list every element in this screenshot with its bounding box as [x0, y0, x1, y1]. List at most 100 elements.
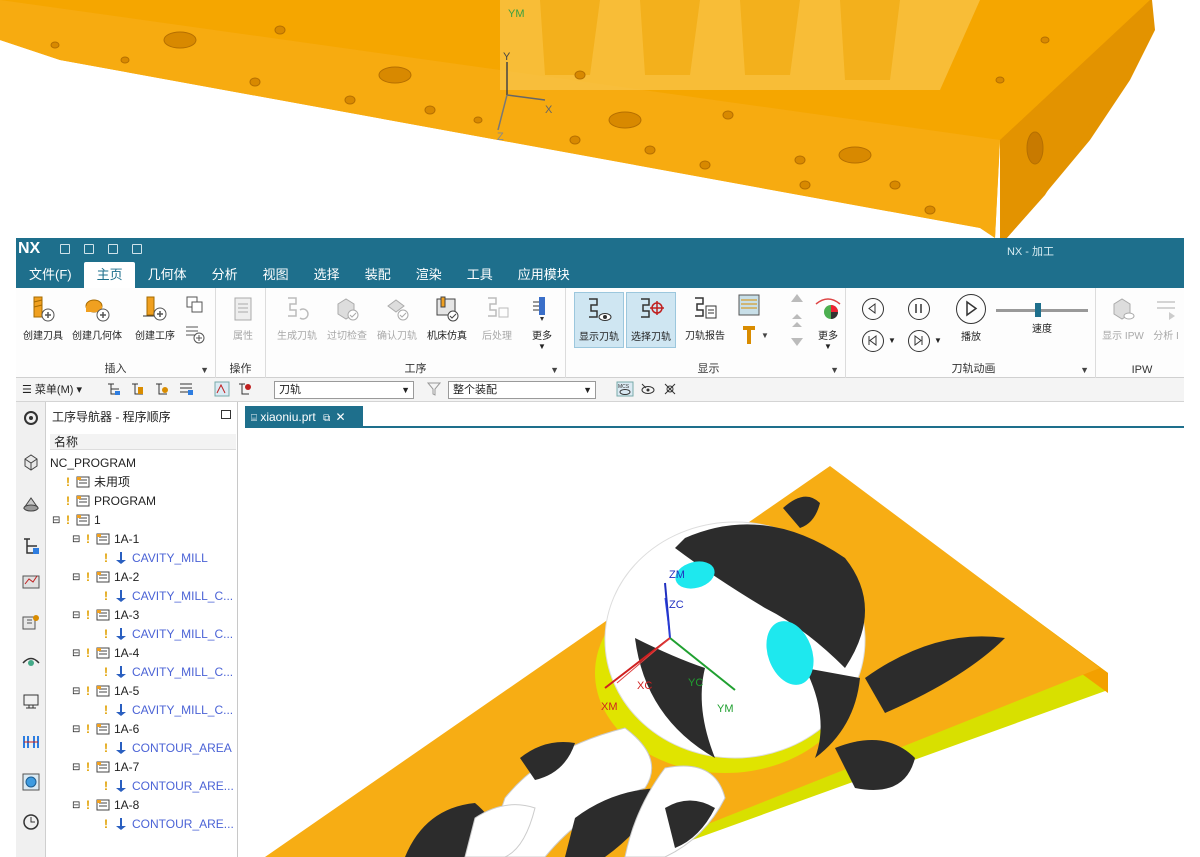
document-tab-detach-icon[interactable]: ⧉ — [323, 413, 330, 424]
tree-root-row[interactable]: NC_PROGRAM — [46, 454, 236, 473]
tree-folder-row[interactable]: ⊟! 1A-3 — [46, 606, 236, 625]
display-arrows-icon[interactable] — [788, 292, 806, 348]
tree-collapse-icon[interactable]: ⊟ — [72, 720, 80, 739]
maximize-panel-icon[interactable] — [221, 410, 231, 419]
part-navigator-icon[interactable] — [21, 494, 41, 514]
create-operation-button[interactable]: 创建工序 — [130, 292, 180, 348]
document-tab[interactable]: ⌸ xiaoniu.prt ⧉ ✕ — [245, 406, 363, 428]
select-toolpath-button[interactable]: 选择刀轨 — [626, 292, 676, 348]
visibility-eye-icon[interactable] — [21, 652, 41, 672]
tree-operation-row[interactable]: ! CAVITY_MILL_C... — [46, 625, 236, 644]
column-header-name[interactable]: 名称 — [50, 434, 236, 450]
create-geometry-button[interactable]: 创建几何体 — [72, 292, 122, 348]
tree-collapse-icon[interactable]: ⊟ — [72, 758, 80, 777]
hd3d-tools-icon[interactable] — [21, 732, 41, 752]
speed-slider[interactable] — [996, 303, 1088, 317]
go-to-end-button[interactable] — [908, 330, 930, 352]
tree-collapse-icon[interactable]: ⊟ — [72, 644, 80, 663]
menu-tab-tools[interactable]: 工具 — [454, 262, 505, 288]
generate-toolpath-button[interactable]: 生成刀轨 — [272, 292, 322, 348]
tree-collapse-icon[interactable]: ⊟ — [52, 511, 60, 530]
tree-collapse-icon[interactable]: ⊟ — [72, 606, 80, 625]
program-order-view-icon[interactable] — [106, 381, 122, 397]
machine-simulation-button[interactable]: 机床仿真 — [422, 292, 472, 348]
save-icon[interactable] — [60, 244, 70, 254]
tree-folder-row[interactable]: ! PROGRAM — [46, 492, 236, 511]
operation-navigator-icon[interactable] — [21, 536, 41, 556]
history-clock-icon[interactable] — [21, 812, 41, 832]
geometry-view-icon[interactable] — [154, 381, 170, 397]
tree-collapse-icon[interactable]: ⊟ — [72, 568, 80, 587]
menu-button[interactable]: ☰ 菜单(M) ▾ — [22, 381, 82, 399]
show-toolpath-button[interactable]: 显示刀轨 — [574, 292, 624, 348]
display-more-button[interactable]: 更多 ▼ — [810, 292, 846, 351]
show-ipw-button[interactable]: 显示 IPW — [1100, 292, 1146, 348]
web-browser-icon[interactable] — [21, 772, 41, 792]
tree-folder-row[interactable]: ⊟! 1A-8 — [46, 796, 236, 815]
undo-icon[interactable] — [84, 244, 94, 254]
speed-slider-thumb[interactable] — [1035, 303, 1041, 317]
properties-button[interactable]: 属性 — [218, 292, 268, 348]
tree-folder-row[interactable]: ⊟! 1A-2 — [46, 568, 236, 587]
create-method-icon[interactable] — [184, 322, 206, 344]
go-to-start-button[interactable] — [862, 330, 884, 352]
menu-tab-analysis[interactable]: 分析 — [199, 262, 250, 288]
type-filter-combo[interactable]: 刀轨 ▼ — [274, 381, 414, 399]
go-to-end-dropdown-icon[interactable]: ▼ — [934, 336, 942, 345]
scope-combo[interactable]: 整个装配 ▼ — [448, 381, 596, 399]
tree-operation-row[interactable]: ! CAVITY_MILL — [46, 549, 236, 568]
clear-display-icon[interactable] — [662, 381, 678, 397]
operation-filter-icon[interactable] — [236, 381, 252, 397]
analyze-ipw-button[interactable]: 分析 I — [1148, 292, 1184, 348]
tree-folder-row[interactable]: ⊟! 1A-4 — [46, 644, 236, 663]
tree-operation-row[interactable]: ! CONTOUR_ARE... — [46, 777, 236, 796]
window-icon[interactable] — [132, 244, 142, 254]
tree-folder-row[interactable]: ⊟! 1A-6 — [46, 720, 236, 739]
graphics-viewport[interactable]: ZM ZC XC XM YC YM — [245, 428, 1184, 857]
gouge-check-button[interactable]: 过切检查 — [322, 292, 372, 348]
tree-operation-row[interactable]: ! CONTOUR_AREA — [46, 739, 236, 758]
selection-filter-icon[interactable] — [426, 381, 442, 399]
mcs-display-icon[interactable]: MCS — [616, 381, 634, 397]
menu-tab-view[interactable]: 视图 — [250, 262, 301, 288]
go-to-start-dropdown-icon[interactable]: ▼ — [888, 336, 896, 345]
pause-button[interactable] — [908, 298, 930, 320]
toolpath-report-button[interactable]: 刀轨报告 — [680, 292, 730, 348]
toolpath-animation-group-dropdown-icon[interactable]: ▼ — [1080, 365, 1089, 375]
postprocess-button[interactable]: 后处理 — [472, 292, 522, 348]
assembly-navigator-icon[interactable] — [21, 452, 41, 472]
menu-tab-file[interactable]: 文件(F) — [16, 262, 84, 288]
procedure-group-dropdown-icon[interactable]: ▼ — [550, 365, 559, 375]
document-tab-close-icon[interactable]: ✕ — [336, 410, 346, 424]
show-hide-icon[interactable] — [640, 381, 656, 397]
machining-method-view-icon[interactable] — [178, 381, 194, 397]
tree-operation-row[interactable]: ! CAVITY_MILL_C... — [46, 663, 236, 682]
settings-gear-icon[interactable] — [21, 408, 41, 428]
machine-tool-view-icon[interactable] — [130, 381, 146, 397]
insert-group-dropdown-icon[interactable]: ▼ — [200, 365, 209, 375]
tree-folder-row[interactable]: ⊟! 1A-1 — [46, 530, 236, 549]
menu-tab-application[interactable]: 应用模块 — [505, 262, 582, 288]
display-group-dropdown-icon[interactable]: ▼ — [830, 365, 839, 375]
tree-folder-row[interactable]: ⊟! 1A-5 — [46, 682, 236, 701]
tree-operation-row[interactable]: ! CAVITY_MILL_C... — [46, 701, 236, 720]
toolpath-filter-icon[interactable] — [214, 381, 230, 397]
tree-folder-row[interactable]: ! 未用项 — [46, 473, 236, 492]
tree-operation-row[interactable]: ! CAVITY_MILL_C... — [46, 587, 236, 606]
tree-collapse-icon[interactable]: ⊟ — [72, 796, 80, 815]
verify-toolpath-button[interactable]: 确认刀轨 — [372, 292, 422, 348]
tree-collapse-icon[interactable]: ⊟ — [72, 682, 80, 701]
menu-tab-home[interactable]: 主页 — [83, 262, 135, 288]
tool-display-icon[interactable]: ▼ — [740, 324, 770, 346]
menu-tab-select[interactable]: 选择 — [301, 262, 352, 288]
tree-folder-row[interactable]: ⊟! 1A-7 — [46, 758, 236, 777]
redo-icon[interactable] — [108, 244, 118, 254]
roles-icon[interactable] — [21, 692, 41, 712]
ipw-display-icon[interactable] — [736, 292, 762, 318]
step-backward-button[interactable] — [862, 298, 884, 320]
copy-object-icon[interactable] — [184, 294, 206, 316]
machine-navigator-icon[interactable] — [21, 572, 41, 592]
menu-tab-render[interactable]: 渲染 — [403, 262, 454, 288]
create-tool-button[interactable]: 创建刀具 — [18, 292, 68, 348]
menu-tab-assembly[interactable]: 装配 — [352, 262, 403, 288]
